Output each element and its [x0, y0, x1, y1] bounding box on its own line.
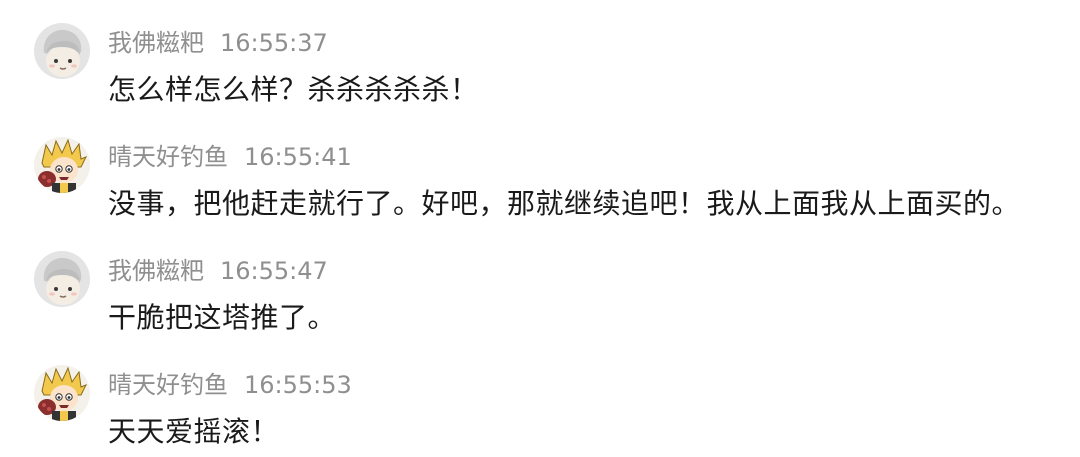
message-text: 干脆把这塔推了。: [108, 301, 337, 334]
user-avatar[interactable]: [34, 23, 90, 79]
message-meta: 我佛糍粑 16:55:37: [108, 28, 328, 58]
username[interactable]: 我佛糍粑: [108, 257, 204, 285]
message-text: 天天爱摇滚！: [108, 415, 280, 448]
chat-message: 我佛糍粑 16:55:37 怎么样怎么样？杀杀杀杀杀！: [0, 0, 1080, 106]
timestamp: 16:55:37: [220, 29, 328, 57]
chat-message: 晴天好钓鱼 16:55:41 没事，把他赶走就行了。好吧，那就继续追吧！我从上面我…: [0, 114, 1080, 220]
message-meta: 晴天好钓鱼 16:55:41: [108, 142, 352, 172]
ghost-doll-avatar-icon: [34, 251, 90, 307]
user-avatar[interactable]: [34, 137, 90, 193]
chat-message-list: 我佛糍粑 16:55:37 怎么样怎么样？杀杀杀杀杀！ 晴天好钓鱼 16:55:…: [0, 0, 1080, 457]
message-text: 怎么样怎么样？杀杀杀杀杀！: [108, 73, 479, 106]
message-meta: 晴天好钓鱼 16:55:53: [108, 370, 352, 400]
chat-message: 晴天好钓鱼 16:55:53 天天爱摇滚！: [0, 342, 1080, 448]
username[interactable]: 晴天好钓鱼: [108, 143, 228, 171]
timestamp: 16:55:41: [244, 143, 352, 171]
cartoon-boy-avatar-icon: [34, 365, 90, 421]
cartoon-boy-avatar-icon: [34, 137, 90, 193]
timestamp: 16:55:47: [220, 257, 328, 285]
username[interactable]: 晴天好钓鱼: [108, 371, 228, 399]
ghost-doll-avatar-icon: [34, 23, 90, 79]
username[interactable]: 我佛糍粑: [108, 29, 204, 57]
message-text: 没事，把他赶走就行了。好吧，那就继续追吧！我从上面我从上面买的。: [108, 187, 1021, 220]
timestamp: 16:55:53: [244, 371, 352, 399]
user-avatar[interactable]: [34, 365, 90, 421]
user-avatar[interactable]: [34, 251, 90, 307]
chat-message: 我佛糍粑 16:55:47 干脆把这塔推了。: [0, 228, 1080, 334]
message-meta: 我佛糍粑 16:55:47: [108, 256, 328, 286]
